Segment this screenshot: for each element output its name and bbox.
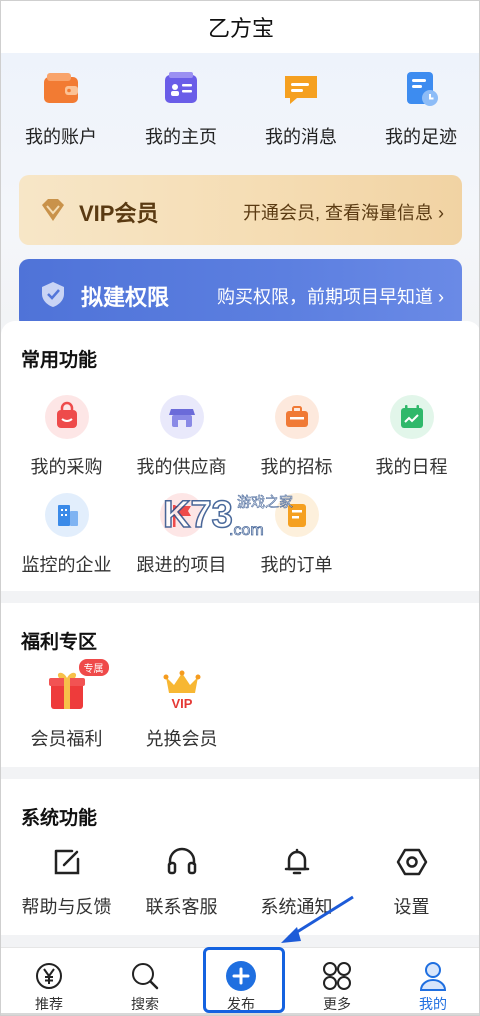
nav-label: 推荐 (35, 996, 63, 1012)
func-label: 我的订单 (260, 555, 333, 575)
nav-label: 更多 (323, 996, 351, 1012)
func-label: 我的招标 (260, 457, 333, 477)
welfare-label: 兑换会员 (145, 729, 218, 749)
watermark-logo: K73 .com 游戏之家 (162, 493, 293, 539)
func-label: 监控的企业 (21, 555, 112, 575)
diamond-icon (42, 199, 64, 221)
gift-icon-wrap: 专属 (45, 659, 109, 711)
message-icon (285, 76, 317, 104)
func-my-purchase[interactable]: 我的采购 (9, 395, 124, 479)
build-subtitle: 购买权限，前期项目早知道 › (217, 287, 444, 307)
publish-highlight-box (203, 947, 285, 1013)
section-title: 福利专区 (21, 632, 98, 653)
vip-subtitle: 开通会员, 查看海量信息 › (243, 203, 444, 223)
history-icon (407, 72, 438, 106)
nav-search[interactable]: 搜索 (97, 948, 193, 1015)
yen-icon (36, 963, 62, 989)
common-row-1: 我的采购 我的供应商 我的招标 我的日程 (1, 395, 479, 479)
section-title: 常用功能 (21, 350, 98, 371)
profile-card-icon (165, 72, 197, 103)
welfare-row: 专属 会员福利 VIP 兑换会员 (1, 659, 479, 751)
quick-links: 我的账户 我的主页 我的消息 我的足迹 (1, 63, 479, 163)
quick-link-messages[interactable]: 我的消息 (241, 63, 361, 163)
edit-icon (54, 849, 79, 875)
vip-text: VIP (171, 696, 192, 711)
settings-hexagon-icon (396, 848, 427, 876)
store-icon (159, 395, 204, 439)
watermark-brand: K73 (163, 494, 233, 536)
quick-link-homepage[interactable]: 我的主页 (121, 63, 241, 163)
func-label: 跟进的项目 (136, 555, 227, 575)
func-monitored-companies[interactable]: 监控的企业 (9, 493, 124, 577)
top-area: 我的账户 我的主页 我的消息 我的足迹 VIP会员 开通会员, 查看海量信息 ›… (1, 53, 479, 343)
wallet-icon (44, 73, 78, 103)
quick-link-label: 我的主页 (145, 127, 217, 147)
shopping-bag-icon (44, 395, 89, 439)
grid-icon (323, 962, 351, 990)
briefcase-icon (274, 395, 319, 439)
calendar-icon (389, 395, 434, 439)
common-functions-section: 常用功能 我的采购 我的供应商 我的招标 我的日程 监控的企业 跟进的项目 我的… (1, 321, 479, 591)
nav-more[interactable]: 更多 (289, 948, 385, 1015)
vip-crown-icon: VIP (163, 670, 200, 711)
nav-mine[interactable]: 我的 (385, 948, 479, 1015)
page-header: 乙方宝 (1, 1, 479, 53)
vip-banner[interactable]: VIP会员 开通会员, 查看海量信息 › (19, 175, 462, 245)
user-icon (419, 962, 447, 991)
shield-badge-icon (42, 282, 64, 307)
quick-link-label: 我的消息 (265, 127, 337, 147)
func-label: 我的采购 (30, 457, 103, 477)
welfare-section: 福利专区 专属 会员福利 VIP 兑换会员 (1, 603, 479, 767)
nav-label: 搜索 (131, 996, 159, 1012)
watermark-domain: .com (229, 522, 264, 539)
section-title: 系统功能 (21, 808, 98, 829)
nav-recommend[interactable]: 推荐 (1, 948, 97, 1015)
build-title: 拟建权限 (81, 285, 170, 310)
annotation-arrow (281, 895, 354, 943)
system-functions-section: 系统功能 帮助与反馈 联系客服 系统通知 设置 (1, 779, 479, 935)
system-row: 帮助与反馈 联系客服 系统通知 设置 (1, 845, 479, 919)
watermark-tagline: 游戏之家 (237, 494, 293, 511)
welfare-redeem-membership[interactable]: VIP 兑换会员 (124, 667, 239, 751)
quick-link-label: 我的足迹 (385, 127, 457, 147)
func-my-suppliers[interactable]: 我的供应商 (124, 395, 239, 479)
building-icon (44, 493, 89, 537)
func-my-tenders[interactable]: 我的招标 (239, 395, 354, 479)
system-help-feedback[interactable]: 帮助与反馈 (9, 845, 124, 919)
search-icon (132, 963, 159, 990)
quick-link-label: 我的账户 (25, 127, 97, 147)
system-label: 设置 (393, 897, 430, 917)
func-label: 我的供应商 (136, 457, 227, 477)
func-my-schedule[interactable]: 我的日程 (354, 395, 469, 479)
bell-icon (284, 848, 309, 875)
vip-title: VIP会员 (79, 201, 159, 226)
system-label: 联系客服 (145, 897, 218, 917)
system-label: 帮助与反馈 (21, 897, 112, 917)
system-settings[interactable]: 设置 (354, 845, 469, 919)
nav-label: 我的 (419, 996, 447, 1012)
quick-link-history[interactable]: 我的足迹 (361, 63, 479, 163)
welfare-label: 会员福利 (30, 729, 103, 749)
headset-icon (167, 847, 196, 875)
page-title: 乙方宝 (207, 16, 274, 41)
exclusive-badge: 专属 (78, 659, 109, 676)
func-label: 我的日程 (375, 457, 448, 477)
build-permission-banner[interactable]: 拟建权限 购买权限，前期项目早知道 › (19, 259, 462, 329)
system-contact-support[interactable]: 联系客服 (124, 845, 239, 919)
quick-link-account[interactable]: 我的账户 (1, 63, 121, 163)
welfare-member-benefits[interactable]: 专属 会员福利 (9, 659, 124, 751)
app-screen: 乙方宝 我的账户 我的主页 我的消息 我的足迹 VIP会员 开通会员, 查看海量… (0, 0, 480, 1016)
